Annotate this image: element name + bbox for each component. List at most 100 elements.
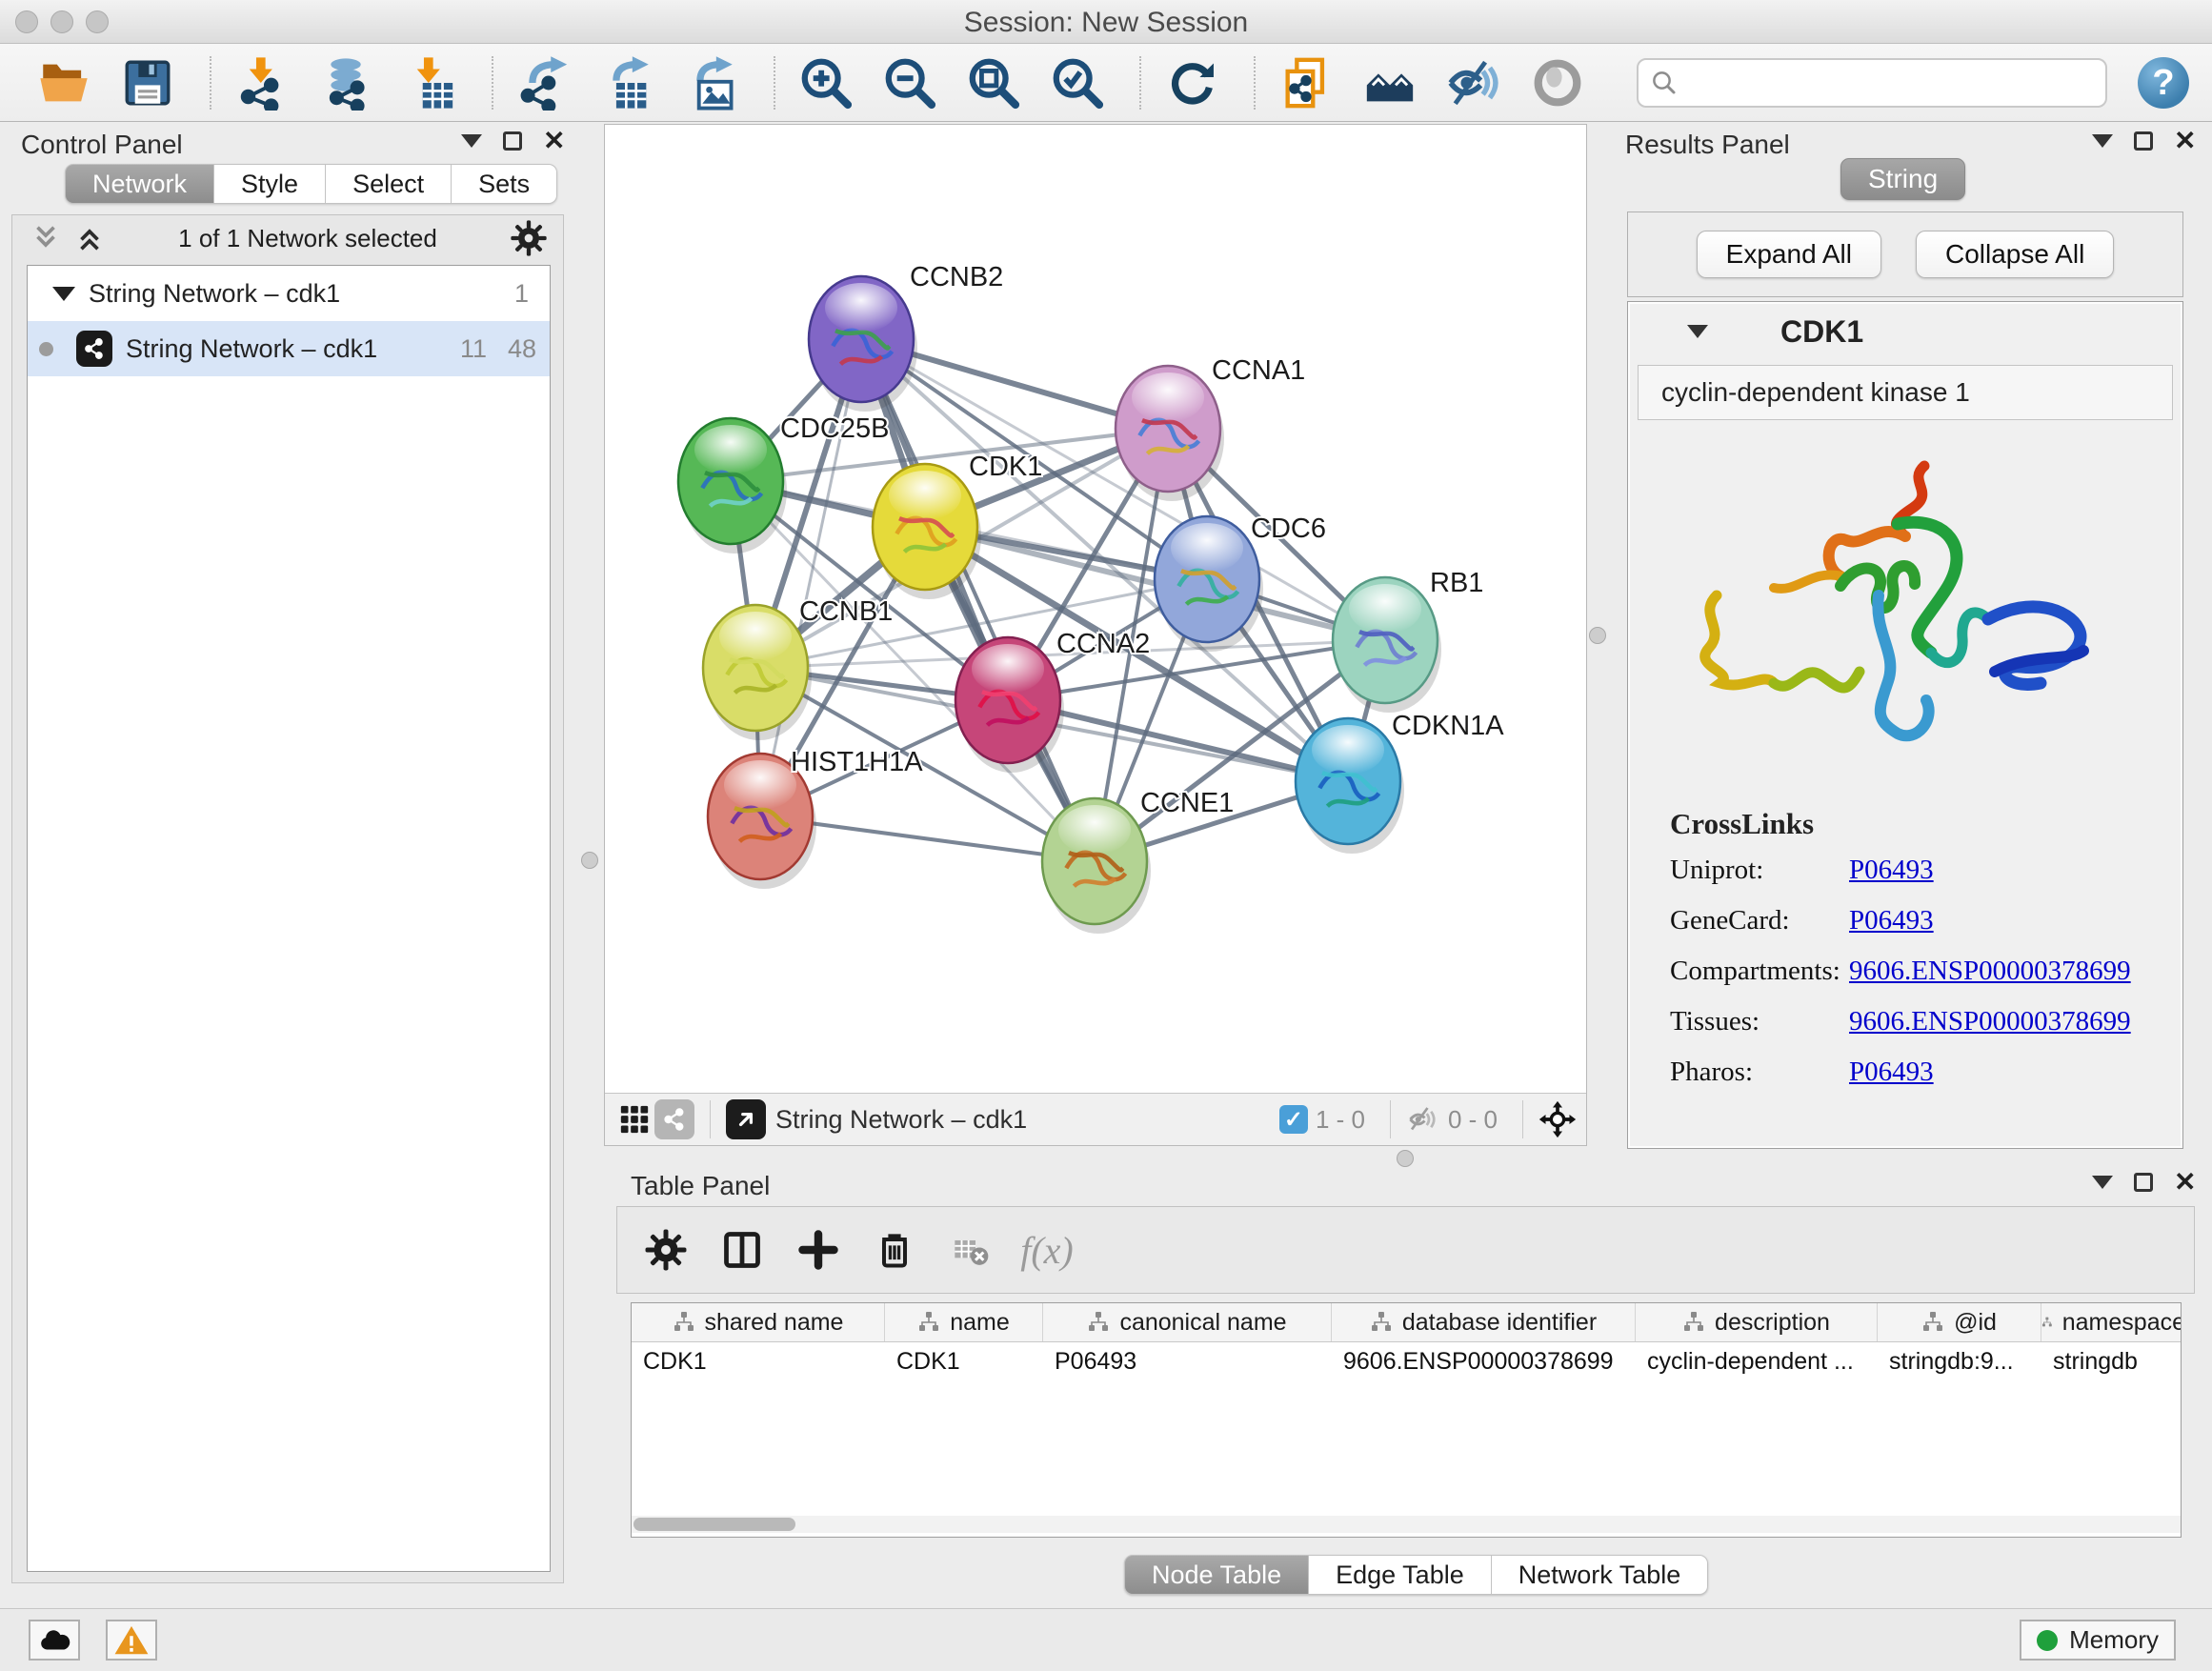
crosslink-link[interactable]: P06493 [1849,905,1934,936]
network-node-CCNB1[interactable]: CCNB1 [703,596,893,740]
collapse-section-icon[interactable] [1687,325,1708,338]
delete-column-trash-icon[interactable] [867,1222,922,1278]
table-cell[interactable]: CDK1 [632,1342,885,1380]
tab-edge-table[interactable]: Edge Table [1309,1555,1492,1595]
panel-menu-icon[interactable] [461,134,482,148]
panel-float-icon[interactable] [2134,131,2153,151]
network-node-CCNE1[interactable]: CCNE1 [1042,788,1234,934]
group-nodes-icon[interactable] [1360,53,1419,112]
table-cell[interactable]: cyclin-dependent ... [1636,1342,1878,1380]
duplicate-network-icon[interactable] [1277,53,1336,112]
network-edge[interactable] [760,339,861,816]
tab-node-table[interactable]: Node Table [1124,1555,1309,1595]
zoom-selected-icon[interactable] [1048,53,1107,112]
warning-status-button[interactable] [106,1620,157,1661]
column-header-6[interactable]: namespace [2041,1303,2182,1341]
network-node-CDC25B[interactable]: CDC25B [678,413,889,554]
expand-all-icon[interactable] [73,222,106,254]
network-node-CCNB2[interactable]: CCNB2 [809,262,1003,412]
table-cell[interactable]: P06493 [1043,1342,1332,1380]
tab-sets[interactable]: Sets [452,164,557,204]
table-horizontal-scrollbar[interactable] [632,1516,2181,1533]
fit-content-crosshair-icon[interactable] [1538,1100,1577,1138]
table-cell[interactable]: stringdb:9... [1878,1342,2041,1380]
hidden-eye-icon[interactable] [1406,1102,1440,1137]
column-header-5[interactable]: @id [1878,1303,2041,1341]
zoom-in-icon[interactable] [796,53,855,112]
network-node-CCNA1[interactable]: CCNA1 [1116,355,1305,501]
panel-close-icon[interactable]: ✕ [543,131,565,151]
network-share-view-icon[interactable] [654,1099,694,1139]
network-view-canvas[interactable]: CCNB2CCNA1CDC25BCDK1CDC6RB1CCNB1CCNA2CDK… [604,124,1587,1146]
selected-checkbox-icon[interactable]: ✓ [1279,1105,1308,1134]
network-node-CDKN1A[interactable]: CDKN1A [1296,711,1504,854]
panel-float-icon[interactable] [503,131,522,151]
column-header-2[interactable]: canonical name [1043,1303,1332,1341]
network-collection-row[interactable]: String Network – cdk1 1 [28,266,550,321]
show-hide-icon[interactable] [1444,53,1503,112]
results-tab-string[interactable]: String [1840,158,1965,200]
network-edge[interactable] [861,339,1095,861]
network-node-CDK1[interactable]: CDK1 [873,452,1042,599]
memory-button[interactable]: Memory [2020,1620,2176,1661]
tab-select[interactable]: Select [326,164,452,204]
help-button[interactable]: ? [2138,57,2189,109]
select-columns-icon[interactable] [714,1222,770,1278]
zoom-out-icon[interactable] [880,53,939,112]
network-row-selected[interactable]: String Network – cdk1 11 48 [28,321,550,376]
network-graph[interactable]: CCNB2CCNA1CDC25BCDK1CDC6RB1CCNB1CCNA2CDK… [605,125,1586,1093]
network-node-HIST1H1A[interactable]: HIST1H1A [708,747,923,889]
tab-network[interactable]: Network [65,164,214,204]
right-splitter-handle[interactable] [1589,627,1606,644]
table-row[interactable]: CDK1CDK1P064939606.ENSP00000378699cyclin… [632,1342,2181,1380]
zoom-fit-icon[interactable] [964,53,1023,112]
column-header-1[interactable]: name [885,1303,1043,1341]
panel-close-icon[interactable]: ✕ [2174,131,2196,151]
open-session-icon[interactable] [34,53,93,112]
import-network-icon[interactable] [232,53,292,112]
export-table-icon[interactable] [598,53,657,112]
scrollbar-thumb[interactable] [633,1518,795,1531]
birdseye-toggle-icon[interactable] [726,1099,766,1139]
left-splitter-handle[interactable] [581,852,598,869]
network-node-CDC6[interactable]: CDC6 [1155,513,1326,652]
column-header-3[interactable]: database identifier [1332,1303,1636,1341]
collapse-all-icon[interactable] [30,222,62,254]
grid-view-icon[interactable] [614,1099,654,1139]
panel-float-icon[interactable] [2134,1173,2153,1192]
presentation-eye-icon[interactable] [1528,53,1587,112]
network-options-gear-icon[interactable] [510,219,548,257]
horizontal-splitter-handle[interactable] [1397,1150,1414,1167]
crosslink-link[interactable]: 9606.ENSP00000378699 [1849,956,2131,987]
export-network-icon[interactable] [514,53,573,112]
expand-all-button[interactable]: Expand All [1697,231,1881,278]
function-builder-icon[interactable]: f(x) [1019,1222,1075,1278]
tab-style[interactable]: Style [214,164,326,204]
panel-close-icon[interactable]: ✕ [2174,1173,2196,1192]
delete-table-icon[interactable] [943,1222,998,1278]
panel-menu-icon[interactable] [2092,1176,2113,1189]
save-session-icon[interactable] [118,53,177,112]
import-table-icon[interactable] [400,53,459,112]
crosslink-link[interactable]: 9606.ENSP00000378699 [1849,1006,2131,1037]
crosslink-link[interactable]: P06493 [1849,1057,1934,1088]
column-header-4[interactable]: description [1636,1303,1878,1341]
cloud-status-button[interactable] [29,1620,80,1661]
table-cell[interactable]: CDK1 [885,1342,1043,1380]
refresh-icon[interactable] [1162,53,1221,112]
tree-expander-icon[interactable] [52,287,75,301]
table-cell[interactable]: 9606.ENSP00000378699 [1332,1342,1636,1380]
collapse-all-button[interactable]: Collapse All [1916,231,2114,278]
import-network-from-database-icon[interactable] [316,53,375,112]
export-image-icon[interactable] [682,53,741,112]
protein-card-header[interactable]: CDK1 [1628,302,2182,361]
crosslink-link[interactable]: P06493 [1849,855,1934,886]
add-column-icon[interactable] [791,1222,846,1278]
network-node-RB1[interactable]: RB1 [1333,568,1483,713]
table-cell[interactable]: stringdb [2041,1342,2182,1380]
panel-menu-icon[interactable] [2092,134,2113,148]
search-input[interactable] [1679,69,2079,98]
tab-network-table[interactable]: Network Table [1492,1555,1709,1595]
column-header-0[interactable]: shared name [632,1303,885,1341]
table-options-gear-icon[interactable] [638,1222,694,1278]
